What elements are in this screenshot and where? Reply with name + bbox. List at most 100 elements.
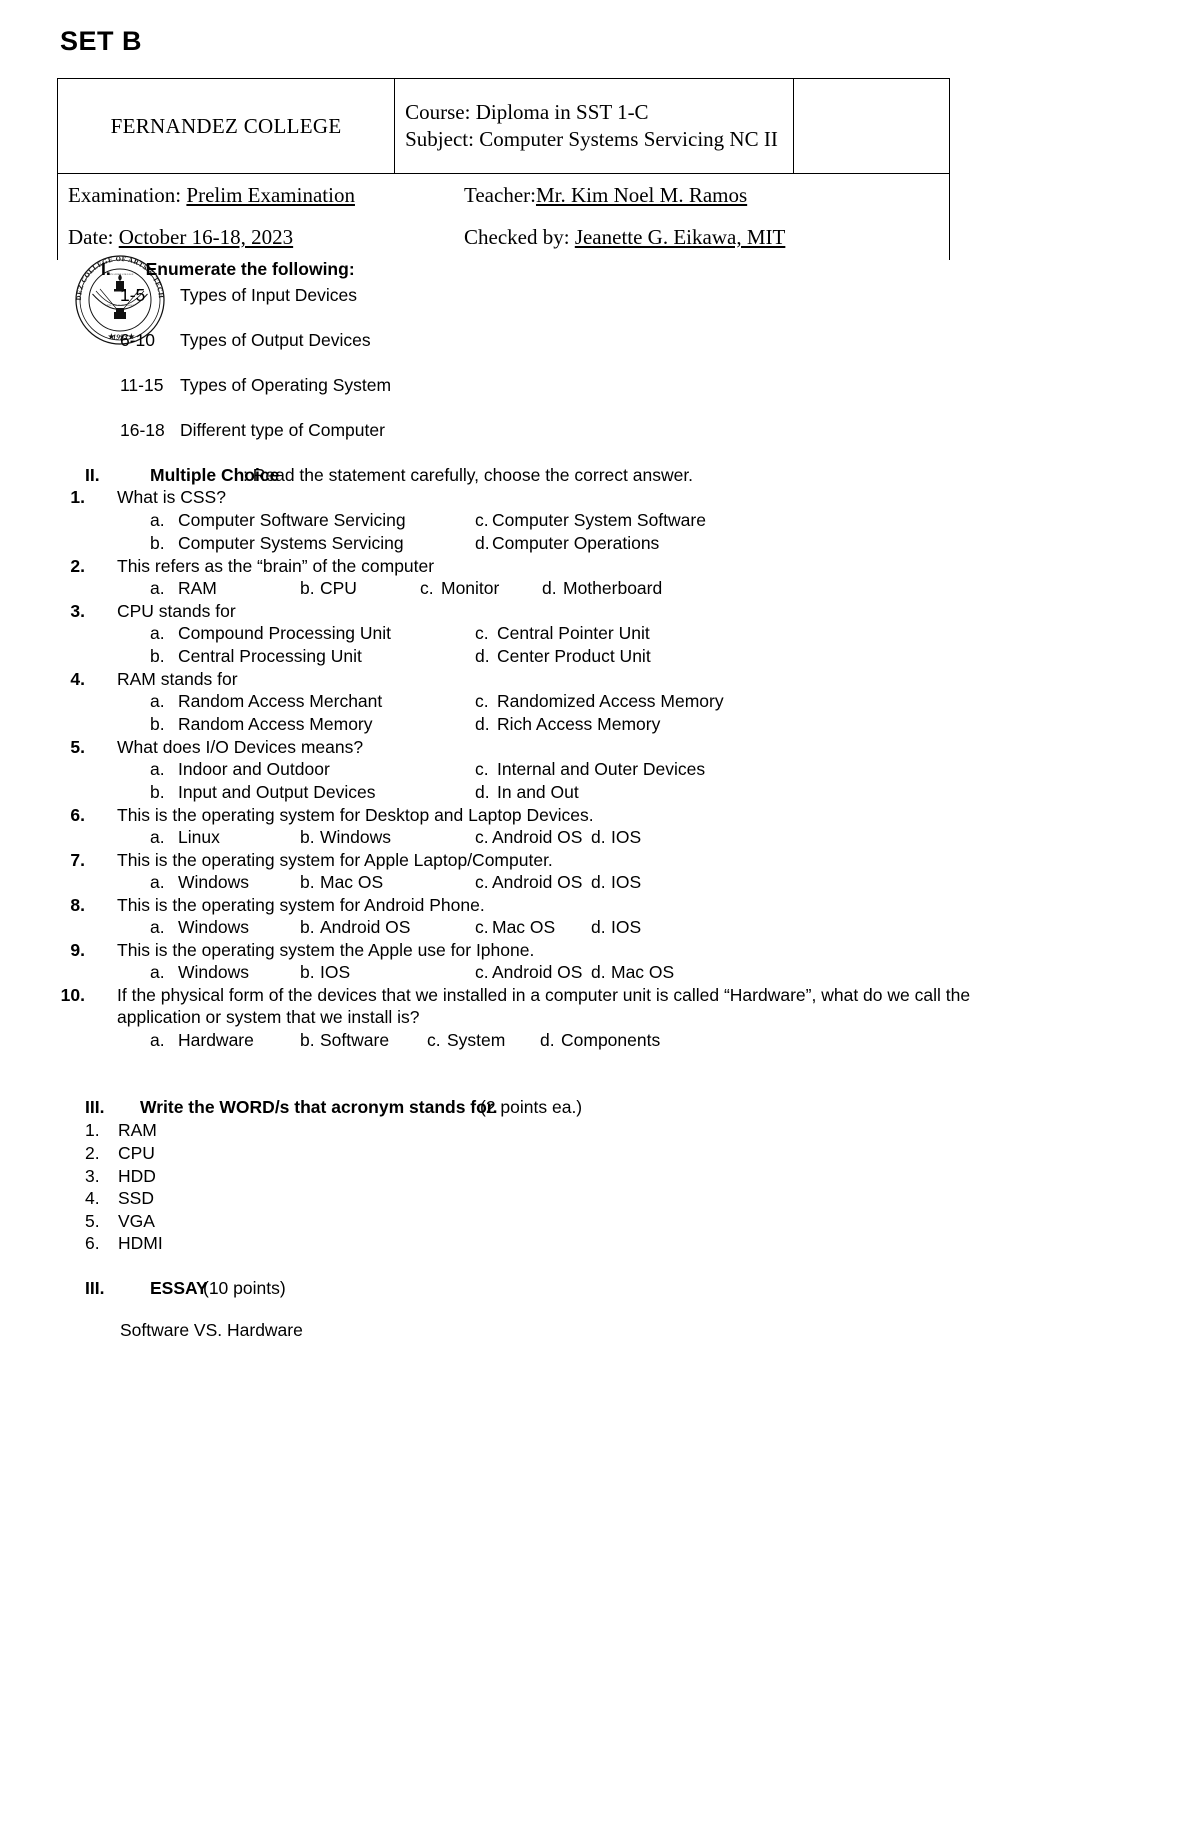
exam-info-inner: Examination: Prelim Examination Teacher:… <box>66 180 941 256</box>
option-9a-letter[interactable]: a. <box>150 962 165 983</box>
option-7a-letter[interactable]: a. <box>150 872 165 893</box>
option-9c-text[interactable]: Android OS <box>492 962 582 983</box>
option-4b-letter[interactable]: b. <box>150 714 165 735</box>
examination-line: Examination: Prelim Examination <box>68 182 355 209</box>
option-10d-letter[interactable]: d. <box>540 1030 555 1051</box>
question-number-2: 2. <box>70 556 85 576</box>
option-4b-text[interactable]: Random Access Memory <box>178 714 373 735</box>
question-text-4: RAM stands for <box>117 669 238 689</box>
question-text-2: This refers as the “brain” of the comput… <box>117 556 435 576</box>
option-3c-letter[interactable]: c. <box>475 623 489 644</box>
option-3b-letter[interactable]: b. <box>150 646 165 667</box>
option-6d-text[interactable]: IOS <box>611 827 641 848</box>
option-5b-letter[interactable]: b. <box>150 782 165 803</box>
college-name: FERNANDEZ COLLEGE <box>110 113 342 138</box>
option-6b-letter[interactable]: b. <box>300 827 315 848</box>
option-3d-text[interactable]: Center Product Unit <box>497 646 651 667</box>
option-2a-text[interactable]: RAM <box>178 578 217 599</box>
option-6c-text[interactable]: Android OS <box>492 827 582 848</box>
option-10b-letter[interactable]: b. <box>300 1030 315 1051</box>
header-row-bottom: Examination: Prelim Examination Teacher:… <box>57 173 950 260</box>
option-6d-letter[interactable]: d. <box>591 827 606 848</box>
option-3c-text[interactable]: Central Pointer Unit <box>497 623 650 644</box>
option-2c-letter[interactable]: c. <box>420 578 434 599</box>
option-10c-text[interactable]: System <box>447 1030 505 1051</box>
option-1d-text[interactable]: Computer Operations <box>492 533 659 554</box>
option-5d-text[interactable]: In and Out <box>497 782 579 803</box>
option-9c-letter[interactable]: c. <box>475 962 489 983</box>
option-5c-text[interactable]: Internal and Outer Devices <box>497 759 705 780</box>
option-5c-letter[interactable]: c. <box>475 759 489 780</box>
section-1-item-text-2: Types of Operating System <box>180 375 392 395</box>
option-9a-text[interactable]: Windows <box>178 962 249 983</box>
option-2b-letter[interactable]: b. <box>300 578 315 599</box>
option-5a-letter[interactable]: a. <box>150 759 165 780</box>
teacher-label: Teacher: <box>464 183 536 207</box>
teacher-value: Mr. Kim Noel M. Ramos <box>535 183 748 207</box>
option-3d-letter[interactable]: d. <box>475 646 490 667</box>
course-subject-cell: Course: Diploma in SST 1-C Subject: Comp… <box>394 78 795 174</box>
option-1b-text[interactable]: Computer Systems Servicing <box>178 533 404 554</box>
option-5a-text[interactable]: Indoor and Outdoor <box>178 759 330 780</box>
option-1a-text[interactable]: Computer Software Servicing <box>178 510 406 531</box>
option-8b-text[interactable]: Android OS <box>320 917 410 938</box>
option-6c-letter[interactable]: c. <box>475 827 489 848</box>
option-4a-letter[interactable]: a. <box>150 691 165 712</box>
option-8d-letter[interactable]: d. <box>591 917 606 938</box>
option-4c-text[interactable]: Randomized Access Memory <box>497 691 724 712</box>
checked-by-value: Jeanette G. Eikawa, MIT <box>574 225 786 249</box>
option-4d-text[interactable]: Rich Access Memory <box>497 714 660 735</box>
checked-by-label: Checked by: <box>464 225 570 249</box>
option-5d-letter[interactable]: d. <box>475 782 490 803</box>
option-7b-text[interactable]: Mac OS <box>320 872 383 893</box>
option-10b-text[interactable]: Software <box>320 1030 389 1051</box>
subject-label: Subject: <box>405 127 474 151</box>
option-7b-letter[interactable]: b. <box>300 872 315 893</box>
option-1d-letter[interactable]: d. <box>475 533 490 554</box>
section-1-item-range-1: 6-10 <box>120 330 156 350</box>
option-10a-text[interactable]: Hardware <box>178 1030 254 1051</box>
option-8a-letter[interactable]: a. <box>150 917 165 938</box>
option-10a-letter[interactable]: a. <box>150 1030 165 1051</box>
section-3-points-note: (2 points ea.) <box>480 1097 583 1117</box>
option-7d-letter[interactable]: d. <box>591 872 606 893</box>
option-6b-text[interactable]: Windows <box>320 827 391 848</box>
option-3b-text[interactable]: Central Processing Unit <box>178 646 362 667</box>
option-7c-letter[interactable]: c. <box>475 872 489 893</box>
option-2a-letter[interactable]: a. <box>150 578 165 599</box>
option-2d-letter[interactable]: d. <box>542 578 557 599</box>
option-8a-text[interactable]: Windows <box>178 917 249 938</box>
option-4d-letter[interactable]: d. <box>475 714 490 735</box>
option-7d-text[interactable]: IOS <box>611 872 641 893</box>
option-4c-letter[interactable]: c. <box>475 691 489 712</box>
option-7a-text[interactable]: Windows <box>178 872 249 893</box>
option-3a-letter[interactable]: a. <box>150 623 165 644</box>
option-8c-text[interactable]: Mac OS <box>492 917 555 938</box>
option-9d-letter[interactable]: d. <box>591 962 606 983</box>
option-7c-text[interactable]: Android OS <box>492 872 582 893</box>
option-1b-letter[interactable]: b. <box>150 533 165 554</box>
option-9b-text[interactable]: IOS <box>320 962 350 983</box>
option-8b-letter[interactable]: b. <box>300 917 315 938</box>
option-6a-text[interactable]: Linux <box>178 827 220 848</box>
acronym-text-3: HDD <box>118 1166 156 1186</box>
option-4a-text[interactable]: Random Access Merchant <box>178 691 382 712</box>
question-text-1: What is CSS? <box>117 487 226 507</box>
option-8d-text[interactable]: IOS <box>611 917 641 938</box>
option-6a-letter[interactable]: a. <box>150 827 165 848</box>
option-1c-letter[interactable]: c. <box>475 510 489 531</box>
option-2c-text[interactable]: Monitor <box>441 578 499 599</box>
acronym-number-2: 2. <box>85 1143 100 1163</box>
option-5b-text[interactable]: Input and Output Devices <box>178 782 375 803</box>
option-1a-letter[interactable]: a. <box>150 510 165 531</box>
option-2b-text[interactable]: CPU <box>320 578 357 599</box>
option-9d-text[interactable]: Mac OS <box>611 962 674 983</box>
option-9b-letter[interactable]: b. <box>300 962 315 983</box>
option-10d-text[interactable]: Components <box>561 1030 660 1051</box>
option-8c-letter[interactable]: c. <box>475 917 489 938</box>
option-3a-text[interactable]: Compound Processing Unit <box>178 623 391 644</box>
option-1c-text[interactable]: Computer System Software <box>492 510 706 531</box>
section-4-points-note: (10 points) <box>203 1278 286 1298</box>
option-10c-letter[interactable]: c. <box>427 1030 441 1051</box>
option-2d-text[interactable]: Motherboard <box>563 578 662 599</box>
